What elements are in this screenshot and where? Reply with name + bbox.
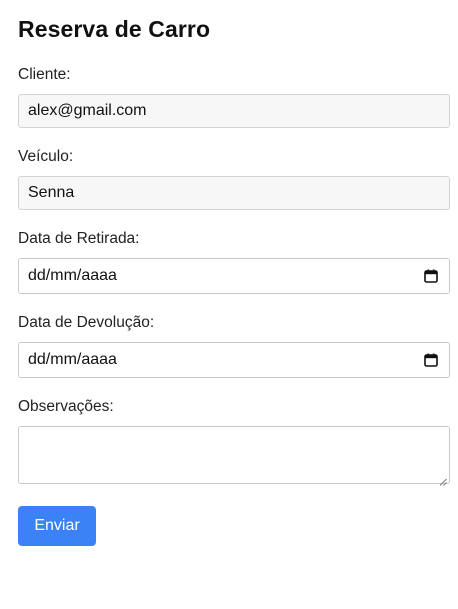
calendar-icon[interactable] <box>424 269 438 283</box>
data-retirada-placeholder: dd/mm/aaaa <box>28 267 117 284</box>
page-title: Reserva de Carro <box>18 16 211 42</box>
data-devolucao-input[interactable]: dd/mm/aaaa <box>18 342 450 378</box>
veiculo-field[interactable]: Senna <box>18 176 450 210</box>
veiculo-value: Senna <box>28 184 75 201</box>
calendar-icon[interactable] <box>424 353 438 367</box>
submit-button[interactable]: Enviar <box>18 506 96 546</box>
data-retirada-input[interactable]: dd/mm/aaaa <box>18 258 450 294</box>
cliente-value: alex@gmail.com <box>28 102 147 119</box>
veiculo-label: Veículo: <box>18 148 74 165</box>
observacoes-textarea[interactable] <box>18 426 450 486</box>
observacoes-label: Observações: <box>18 398 114 415</box>
resize-handle-icon[interactable] <box>439 473 447 486</box>
cliente-label: Cliente: <box>18 66 71 83</box>
data-retirada-label: Data de Retirada: <box>18 230 140 247</box>
data-devolucao-label: Data de Devolução: <box>18 314 155 331</box>
cliente-field[interactable]: alex@gmail.com <box>18 94 450 128</box>
data-devolucao-placeholder: dd/mm/aaaa <box>28 351 117 368</box>
